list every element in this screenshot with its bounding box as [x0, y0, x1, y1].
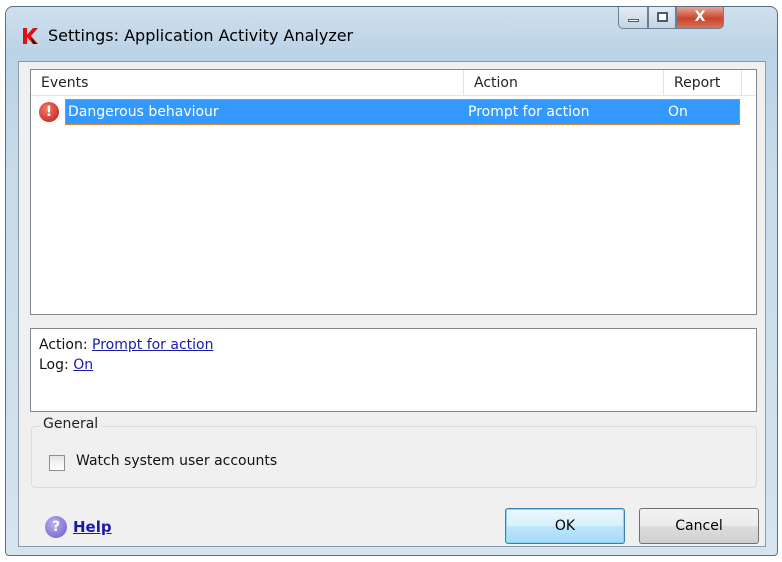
help-link-container[interactable]: ? Help	[45, 516, 112, 538]
general-group-title: General	[40, 416, 102, 432]
log-label: Log:	[39, 357, 69, 373]
general-group: General Watch system user accounts	[31, 416, 757, 488]
minimize-icon	[628, 19, 639, 22]
error-icon: !	[39, 102, 59, 122]
close-button[interactable]: X	[676, 7, 724, 29]
window-title: Settings: Application Activity Analyzer	[48, 26, 354, 45]
ok-button[interactable]: OK	[505, 508, 625, 544]
cancel-button[interactable]: Cancel	[639, 508, 759, 544]
action-label: Action:	[39, 337, 88, 353]
list-header: Events Action Report	[31, 70, 756, 96]
action-link[interactable]: Prompt for action	[92, 337, 213, 353]
watch-system-accounts-checkbox[interactable]	[49, 455, 65, 471]
details-panel: Action: Prompt for action Log: On	[30, 328, 757, 412]
settings-window: Settings: Application Activity Analyzer …	[5, 6, 778, 556]
report-cell: On	[668, 104, 688, 120]
column-header-events[interactable]: Events	[31, 70, 464, 96]
minimize-button[interactable]	[618, 7, 648, 29]
column-header-action[interactable]: Action	[464, 70, 664, 96]
maximize-button[interactable]	[648, 7, 676, 29]
client-area: Events Action Report ! Dangerous behavio…	[18, 61, 766, 547]
close-icon: X	[694, 9, 706, 25]
maximize-icon	[657, 12, 668, 22]
kaspersky-logo-icon	[23, 28, 38, 44]
log-link[interactable]: On	[73, 357, 93, 373]
table-row[interactable]: Dangerous behaviour Prompt for action On	[65, 99, 740, 125]
event-cell: Dangerous behaviour	[68, 104, 219, 120]
action-cell: Prompt for action	[468, 104, 590, 120]
column-header-report[interactable]: Report	[664, 70, 742, 96]
help-icon: ?	[45, 516, 67, 538]
help-link[interactable]: Help	[73, 518, 112, 536]
watch-system-accounts-label[interactable]: Watch system user accounts	[76, 453, 277, 469]
events-list[interactable]: Events Action Report ! Dangerous behavio…	[30, 69, 757, 315]
